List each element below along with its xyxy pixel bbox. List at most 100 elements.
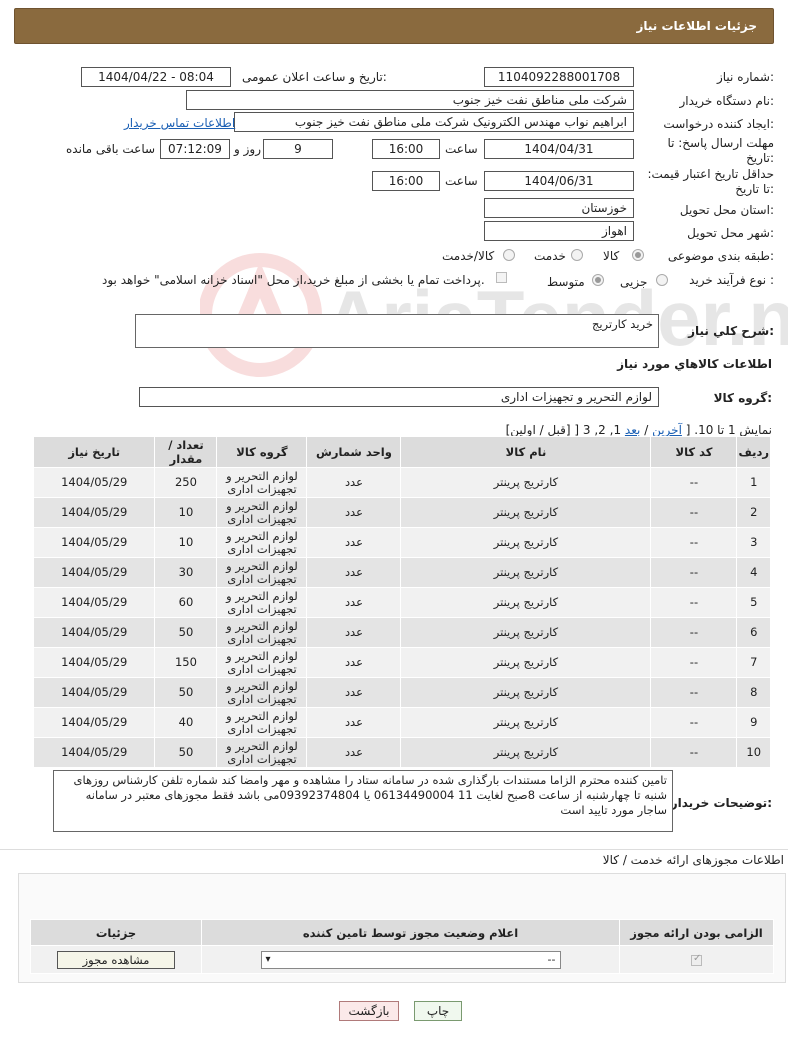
category-option-both: کالا/خدمت bbox=[442, 249, 495, 263]
table-row: 5 -- کارتریج پرینتر عدد لوازم التحریر و تجهی… bbox=[32, 587, 771, 618]
goods-info-title: اطلاعات کالاهاي مورد نياز bbox=[617, 357, 772, 371]
row-number-cell: 6 bbox=[736, 617, 771, 648]
page-title: جزئیات اطلاعات نیاز bbox=[636, 19, 757, 33]
need-date-cell: 1404/05/29 bbox=[32, 497, 156, 528]
goods-group-cell: لوازم التحریر و تجهیزات اداری bbox=[216, 707, 308, 738]
unit-cell: عدد bbox=[306, 467, 402, 498]
need-date-cell: 1404/05/29 bbox=[32, 527, 156, 558]
table-row: 6 -- کارتریج پرینتر عدد لوازم التحریر و تجهی… bbox=[32, 617, 771, 648]
remaining-label: ساعت باقی مانده bbox=[66, 142, 156, 156]
pagination-sep: / bbox=[644, 423, 649, 437]
days-field: 9 bbox=[263, 139, 333, 159]
process-option-minor: جزیی bbox=[620, 275, 648, 289]
goods-code-cell: -- bbox=[650, 677, 738, 708]
license-status-select[interactable]: -- ▾ bbox=[260, 950, 561, 969]
goods-group-label: گروه کالا: bbox=[713, 391, 772, 405]
validity-date-field: 1404/06/31 bbox=[484, 171, 634, 191]
category-radio-service[interactable] bbox=[571, 249, 583, 261]
table-row: 10 -- کارتریج پرینتر عدد لوازم التحریر و تجه… bbox=[32, 737, 771, 768]
summary-label: شرح کلي نياز: bbox=[688, 324, 774, 338]
quantity-cell: 50 bbox=[154, 617, 218, 648]
buyer-notes-textarea[interactable]: تامین کننده محترم الزاما مستندات بارگذار… bbox=[53, 770, 673, 832]
pagination-pages[interactable]: ] 3 ,2 ,1 bbox=[574, 423, 621, 437]
process-radio-minor[interactable] bbox=[656, 274, 668, 286]
goods-name-cell: کارتریج پرینتر bbox=[400, 527, 652, 558]
category-radio-both[interactable] bbox=[503, 249, 515, 261]
table-row: 7 -- کارتریج پرینتر عدد لوازم التحریر و تجهی… bbox=[32, 647, 771, 678]
row-number-cell: 4 bbox=[736, 557, 771, 588]
province-field: خوزستان bbox=[484, 198, 634, 218]
view-license-button[interactable]: مشاهده مجوز bbox=[57, 950, 175, 969]
quantity-cell: 50 bbox=[154, 737, 218, 768]
goods-code-cell: -- bbox=[650, 647, 738, 678]
col-goods-code: کد کالا bbox=[650, 436, 738, 468]
pagination: نمایش 1 تا 10. [ آخرین / بعد ] 3 ,2 ,1 [… bbox=[506, 423, 772, 437]
deadline-label: مهلت ارسال پاسخ: تا تاریخ: bbox=[667, 136, 774, 165]
page-header: جزئیات اطلاعات نیاز bbox=[14, 8, 774, 44]
deadline-time-label: ساعت bbox=[445, 142, 478, 156]
pagination-next-link[interactable]: بعد bbox=[625, 423, 640, 437]
row-number-cell: 8 bbox=[736, 677, 771, 708]
process-radio-medium[interactable] bbox=[592, 274, 604, 286]
row-number-cell: 2 bbox=[736, 497, 771, 528]
goods-name-cell: کارتریج پرینتر bbox=[400, 467, 652, 498]
category-radio-goods[interactable] bbox=[632, 249, 644, 261]
announce-label: تاریخ و ساعت اعلان عمومی: bbox=[242, 70, 387, 84]
goods-code-cell: -- bbox=[650, 467, 738, 498]
table-row: 4 -- کارتریج پرینتر عدد لوازم التحریر و تجهی… bbox=[32, 557, 771, 588]
quantity-cell: 10 bbox=[154, 527, 218, 558]
items-table: ردیف کد کالا نام کالا واحد شمارش گروه کا… bbox=[32, 436, 771, 768]
unit-cell: عدد bbox=[306, 497, 402, 528]
treasury-checkbox[interactable] bbox=[496, 272, 507, 283]
creator-label: ایجاد کننده درخواست: bbox=[663, 117, 774, 131]
quantity-cell: 250 bbox=[154, 467, 218, 498]
goods-group-cell: لوازم التحریر و تجهیزات اداری bbox=[216, 557, 308, 588]
goods-group-cell: لوازم التحریر و تجهیزات اداری bbox=[216, 467, 308, 498]
goods-name-cell: کارتریج پرینتر bbox=[400, 497, 652, 528]
back-button[interactable]: بازگشت bbox=[339, 1001, 399, 1021]
table-row: 8 -- کارتریج پرینتر عدد لوازم التحریر و تجهی… bbox=[32, 677, 771, 708]
city-field: اهواز bbox=[484, 221, 634, 241]
deadline-time-field: 16:00 bbox=[372, 139, 440, 159]
unit-cell: عدد bbox=[306, 707, 402, 738]
validity-time-label: ساعت bbox=[445, 174, 478, 188]
validity-time-field: 16:00 bbox=[372, 171, 440, 191]
city-label: شهر محل تحویل: bbox=[687, 226, 774, 240]
unit-cell: عدد bbox=[306, 737, 402, 768]
license-status-value: -- bbox=[547, 953, 556, 966]
need-date-cell: 1404/05/29 bbox=[32, 707, 156, 738]
quantity-cell: 150 bbox=[154, 647, 218, 678]
chevron-down-icon: ▾ bbox=[265, 954, 271, 965]
license-divider bbox=[0, 849, 788, 850]
goods-code-cell: -- bbox=[650, 707, 738, 738]
unit-cell: عدد bbox=[306, 557, 402, 588]
unit-cell: عدد bbox=[306, 677, 402, 708]
license-required-checkbox: ✓ bbox=[691, 952, 702, 966]
license-section-title: اطلاعات مجوزهای ارائه خدمت / کالا bbox=[602, 853, 784, 867]
license-col-status: اعلام وضعیت مجوز توسط تامین کننده bbox=[201, 919, 620, 946]
goods-group-cell: لوازم التحریر و تجهیزات اداری bbox=[216, 497, 308, 528]
buyer-label: نام دستگاه خریدار: bbox=[679, 94, 775, 108]
row-number-cell: 3 bbox=[736, 527, 771, 558]
province-label: استان محل تحویل: bbox=[679, 203, 774, 217]
quantity-cell: 60 bbox=[154, 587, 218, 618]
unit-cell: عدد bbox=[306, 617, 402, 648]
summary-textarea[interactable]: خرید کارتریج bbox=[135, 314, 659, 348]
contact-buyer-link[interactable]: اطلاعات تماس خریدار bbox=[124, 116, 235, 130]
print-button[interactable]: چاپ bbox=[414, 1001, 462, 1021]
quantity-cell: 50 bbox=[154, 677, 218, 708]
table-row: 9 -- کارتریج پرینتر عدد لوازم التحریر و تجهی… bbox=[32, 707, 771, 738]
pagination-rest: [قبل / اولین] bbox=[505, 423, 571, 437]
need-date-cell: 1404/05/29 bbox=[32, 617, 156, 648]
table-row: 2 -- کارتریج پرینتر عدد لوازم التحریر و تجهی… bbox=[32, 497, 771, 528]
goods-name-cell: کارتریج پرینتر bbox=[400, 647, 652, 678]
license-status-cell: -- ▾ bbox=[201, 945, 620, 974]
checkmark-icon: ✓ bbox=[693, 952, 702, 964]
items-table-header: ردیف کد کالا نام کالا واحد شمارش گروه کا… bbox=[32, 436, 771, 468]
category-label: طبقه بندی موضوعی: bbox=[667, 249, 774, 263]
table-row: 3 -- کارتریج پرینتر عدد لوازم التحریر و تجهی… bbox=[32, 527, 771, 558]
goods-group-field: لوازم التحریر و تجهیزات اداری bbox=[139, 387, 659, 407]
pagination-last-link[interactable]: آخرین bbox=[652, 423, 682, 437]
pagination-prefix: نمایش 1 تا 10. [ bbox=[685, 423, 772, 437]
col-unit: واحد شمارش bbox=[306, 436, 402, 468]
